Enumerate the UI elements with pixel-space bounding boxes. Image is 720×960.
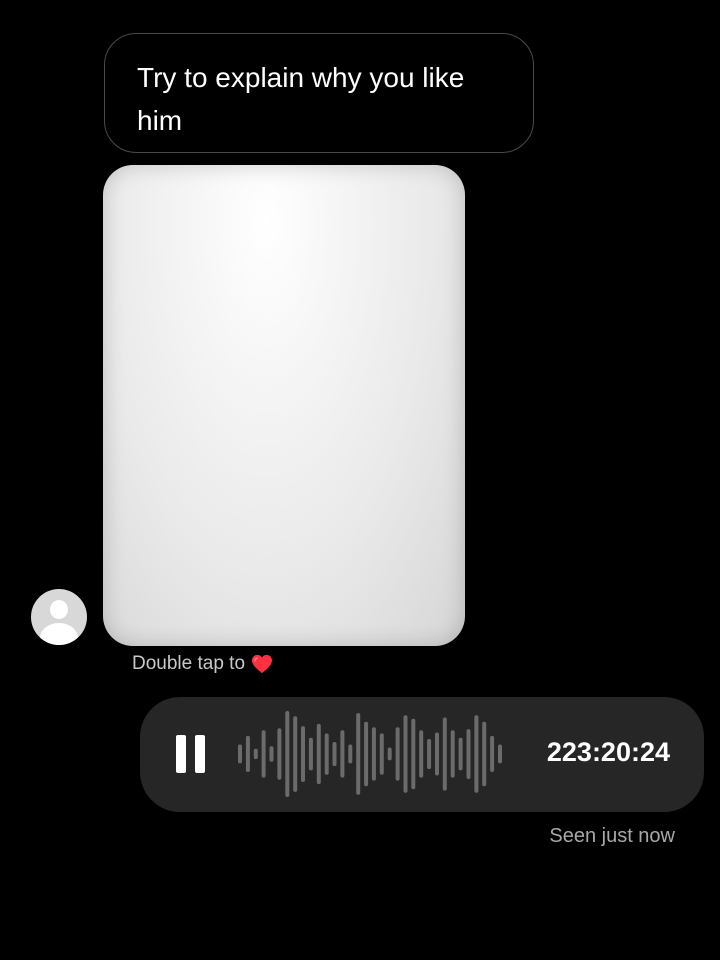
waveform-bar (482, 721, 487, 787)
waveform-bar (277, 728, 282, 780)
waveform-bar (498, 744, 502, 764)
waveform-bar (379, 733, 384, 775)
seen-status: Seen just now (549, 825, 675, 847)
waveform-bar (364, 721, 369, 787)
waveform-bar (301, 726, 305, 782)
waveform-bar (466, 729, 471, 779)
incoming-message-text: Try to explain why you like him (137, 62, 465, 136)
waveform-bar (435, 732, 439, 776)
shared-image-message[interactable] (103, 165, 465, 646)
waveform-bar (395, 727, 400, 781)
waveform-bar (261, 730, 266, 778)
waveform-bar (403, 715, 408, 793)
waveform-bar (332, 742, 337, 767)
waveform-bar (490, 735, 495, 772)
waveform-bar (427, 739, 432, 770)
waveform-bar (269, 746, 274, 762)
waveform-bar (324, 733, 329, 775)
waveform-bar (411, 718, 416, 790)
waveform-bar (474, 715, 479, 793)
avatar-placeholder-shoulders (40, 623, 78, 645)
pause-icon-bar-left (176, 735, 186, 773)
waveform-bar (340, 730, 345, 778)
voice-duration: 223:20:24 (546, 737, 670, 767)
sender-avatar[interactable] (31, 589, 87, 645)
waveform-bar (450, 730, 455, 778)
waveform-bar (238, 744, 242, 764)
waveform-bar (293, 716, 298, 792)
heart-icon (252, 654, 273, 674)
pause-button[interactable] (176, 735, 206, 773)
pause-icon-bar-right (195, 735, 205, 773)
audio-waveform[interactable] (238, 711, 502, 797)
reaction-hint: Double tap to (132, 653, 273, 675)
voice-message-bubble[interactable]: 223:20:24 (140, 697, 704, 812)
reaction-hint-text: Double tap to (132, 653, 246, 674)
waveform-bar (245, 735, 250, 772)
waveform-bar (387, 747, 392, 761)
waveform-bar (371, 727, 376, 781)
waveform-bar (253, 748, 258, 760)
waveform-bar (348, 744, 353, 764)
waveform-bar (285, 711, 290, 797)
waveform-bar (316, 723, 321, 785)
waveform-bar (356, 713, 361, 795)
waveform-bar (308, 737, 313, 771)
avatar-placeholder-head (50, 600, 68, 619)
incoming-message-bubble[interactable]: Try to explain why you like him (104, 33, 534, 153)
waveform-bar (419, 730, 424, 778)
waveform-bar (442, 717, 447, 791)
waveform-bar (458, 737, 463, 771)
